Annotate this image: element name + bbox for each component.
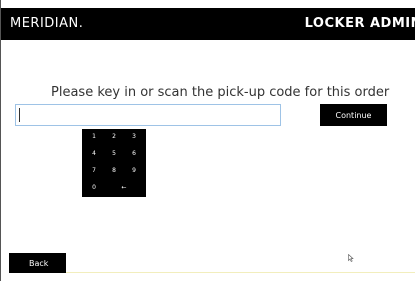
backspace-key[interactable]: ← (104, 181, 144, 194)
numeric-keypad: 1 2 3 4 5 6 7 8 9 0 ← (82, 129, 146, 197)
key-2[interactable]: 2 (104, 130, 124, 143)
key-7[interactable]: 7 (84, 164, 104, 177)
continue-button[interactable]: Continue (320, 104, 387, 126)
key-4[interactable]: 4 (84, 147, 104, 160)
brand-logo: MERIDIAN. (10, 16, 84, 31)
page-title: LOCKER ADMIN (304, 16, 415, 31)
instruction-text: Please key in or scan the pick-up code f… (51, 85, 390, 100)
key-9[interactable]: 9 (124, 164, 144, 177)
key-6[interactable]: 6 (124, 147, 144, 160)
pickup-code-input[interactable] (15, 104, 281, 126)
kiosk-screen: MERIDIAN. LOCKER ADMIN Please key in or … (0, 0, 415, 281)
mouse-pointer-icon (348, 254, 354, 262)
key-8[interactable]: 8 (104, 164, 124, 177)
header-bar: MERIDIAN. LOCKER ADMIN (1, 8, 415, 40)
back-button[interactable]: Back (9, 253, 66, 273)
key-0[interactable]: 0 (84, 181, 104, 194)
key-3[interactable]: 3 (124, 130, 144, 143)
key-5[interactable]: 5 (104, 147, 124, 160)
text-caret (19, 108, 20, 122)
key-1[interactable]: 1 (84, 130, 104, 143)
footer-divider (66, 272, 415, 273)
